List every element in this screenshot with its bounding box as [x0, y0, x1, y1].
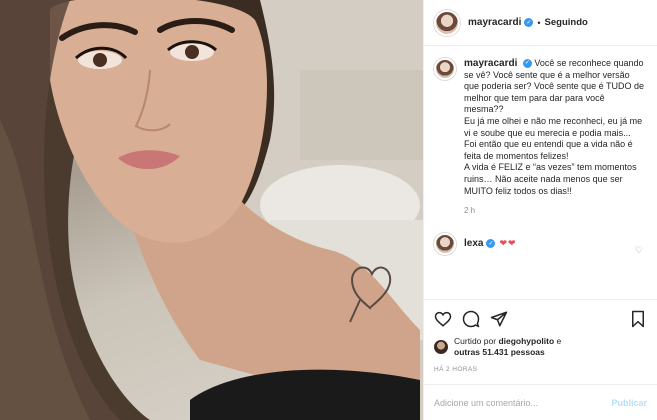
liker-username[interactable]: diegohypolito [498, 336, 554, 346]
comment-like-heart-icon[interactable]: ♡ [635, 245, 643, 256]
comment-input[interactable] [434, 397, 612, 408]
post-header: mayracardi ✓ • Seguindo [424, 0, 657, 46]
author-avatar[interactable] [434, 9, 460, 36]
comment-item: lexa ✓ ❤❤ ♡ [434, 232, 647, 256]
comments-section: mayracardi ✓ Você se reconhece quando se… [424, 46, 657, 299]
add-comment-bar: Publicar [424, 384, 657, 420]
caption-paragraph: A vida é FELIZ e “as vezes” tem momentos… [464, 162, 637, 196]
caption-author-username[interactable]: mayracardi [464, 58, 517, 69]
instagram-post-modal: mayracardi ✓ • Seguindo mayracardi ✓ Voc… [0, 0, 657, 420]
caption-timestamp[interactable]: 2 h [464, 205, 644, 217]
commenter-avatar[interactable] [434, 232, 456, 255]
verified-badge-icon: ✓ [486, 239, 496, 249]
post-side-panel: mayracardi ✓ • Seguindo mayracardi ✓ Voc… [423, 0, 657, 420]
caption-paragraph: Eu já me olhei e não me reconheci, eu já… [464, 115, 643, 138]
commenter-username[interactable]: lexa [464, 238, 483, 249]
caption-body: mayracardi ✓ Você se reconhece quando se… [464, 58, 644, 217]
liker-avatar[interactable] [434, 340, 448, 354]
likes-text: Curtido por diegohypolito e outras 51.43… [454, 336, 561, 358]
heart-icon[interactable] [434, 310, 452, 328]
comment-icon[interactable] [462, 310, 480, 328]
post-actions-area: Curtido por diegohypolito e outras 51.43… [424, 299, 657, 384]
bookmark-icon[interactable] [629, 310, 647, 328]
publish-button[interactable]: Publicar [611, 398, 647, 408]
action-bar [434, 308, 647, 330]
share-icon[interactable] [490, 310, 508, 328]
caption-paragraph: mayracardi ✓ Você se reconhece quando se… [464, 58, 644, 116]
verified-badge-icon: ✓ [524, 18, 534, 27]
likes-count-link[interactable]: outras 51.431 pessoas [454, 347, 545, 357]
separator-dot: • [537, 17, 541, 28]
following-button[interactable]: Seguindo [545, 17, 588, 28]
post-photo[interactable] [0, 0, 423, 420]
likes-prefix: Curtido por [454, 336, 497, 346]
caption: mayracardi ✓ Você se reconhece quando se… [434, 58, 647, 217]
likes-summary: Curtido por diegohypolito e outras 51.43… [434, 336, 647, 358]
comment-text: ❤❤ [499, 238, 517, 249]
likes-conjunction: e [556, 336, 562, 346]
verified-badge-icon: ✓ [522, 59, 532, 69]
selfie-illustration [0, 0, 423, 420]
caption-author-avatar[interactable] [434, 58, 456, 80]
caption-paragraph: Foi então que eu entendi que a vida não … [464, 139, 633, 161]
post-timestamp[interactable]: HÁ 2 HORAS [434, 366, 647, 373]
author-username[interactable]: mayracardi [468, 17, 521, 28]
